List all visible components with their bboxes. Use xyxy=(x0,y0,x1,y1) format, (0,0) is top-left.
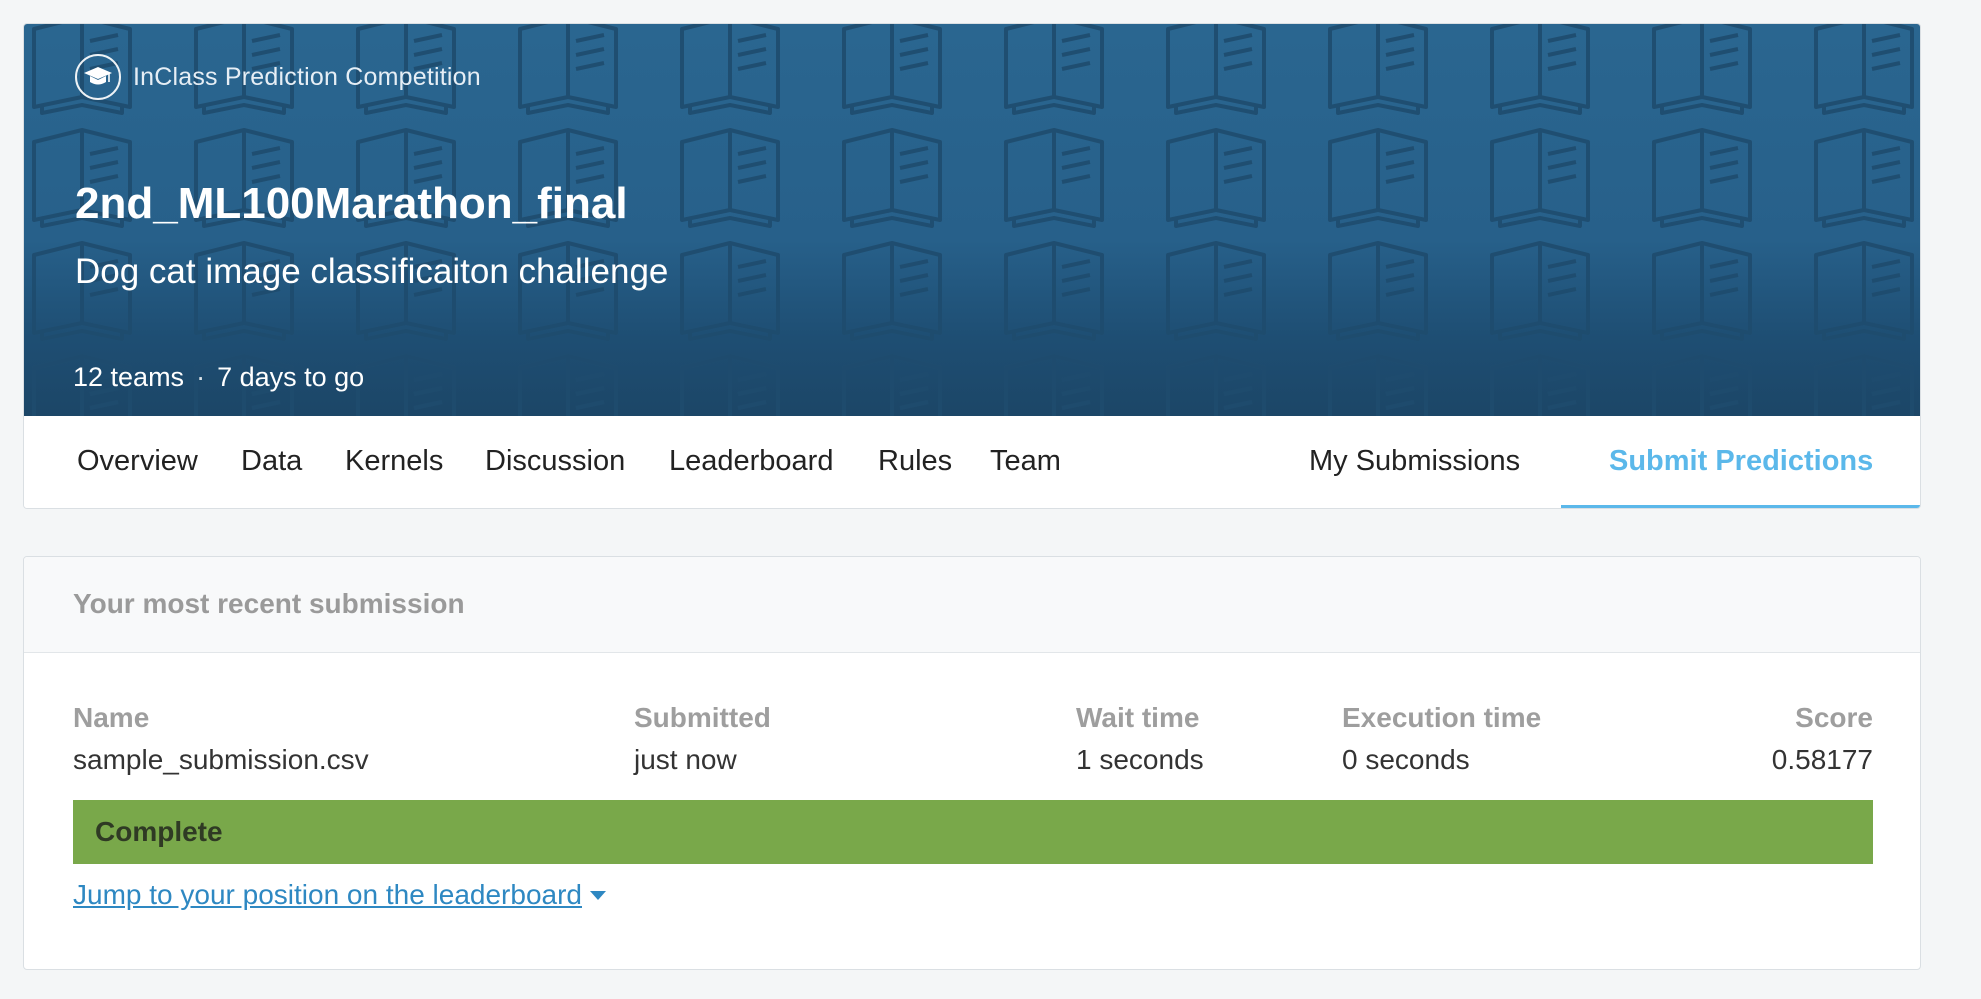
wait-time-column: Wait time 1 seconds xyxy=(1076,702,1204,776)
jump-to-leaderboard-link[interactable]: Jump to your position on the leaderboard xyxy=(73,879,606,911)
tab-team[interactable]: Team xyxy=(990,416,1061,508)
tab-kernels[interactable]: Kernels xyxy=(345,416,443,508)
recent-submission-heading: Your most recent submission xyxy=(24,557,1920,653)
recent-submission-card: Your most recent submission Name sample_… xyxy=(23,556,1921,970)
name-column: Name sample_submission.csv xyxy=(73,702,369,776)
deadline: 7 days to go xyxy=(217,362,365,392)
score-value: 0.58177 xyxy=(1771,744,1873,775)
execution-time-value: 0 seconds xyxy=(1342,744,1470,775)
tab-discussion[interactable]: Discussion xyxy=(485,416,625,508)
competition-subtitle: Dog cat image classificaiton challenge xyxy=(75,252,669,291)
score-label: Score xyxy=(1795,702,1873,733)
execution-time-column: Execution time 0 seconds xyxy=(1342,702,1541,776)
score-column: Score 0.58177 xyxy=(1772,702,1873,776)
submitted-column: Submitted just now xyxy=(634,702,771,776)
submitted-label: Submitted xyxy=(634,702,771,733)
wait-time-label: Wait time xyxy=(1076,702,1200,733)
competition-meta: 12 teams · 7 days to go xyxy=(73,362,364,393)
tab-leaderboard[interactable]: Leaderboard xyxy=(669,416,833,508)
competition-nav: Overview Data Kernels Discussion Leaderb… xyxy=(24,416,1920,508)
status-label: Complete xyxy=(95,816,223,847)
caret-down-icon xyxy=(590,890,606,900)
tab-submit-predictions[interactable]: Submit Predictions xyxy=(1609,416,1873,508)
competition-type-label: InClass Prediction Competition xyxy=(133,62,481,91)
submission-filename: sample_submission.csv xyxy=(73,744,369,775)
name-label: Name xyxy=(73,702,150,733)
tab-rules[interactable]: Rules xyxy=(878,416,952,508)
jump-link-label: Jump to your position on the leaderboard xyxy=(73,879,582,910)
teams-count: 12 teams xyxy=(73,362,185,392)
competition-banner: InClass Prediction Competition 2nd_ML100… xyxy=(24,24,1920,416)
graduation-cap-icon xyxy=(75,54,121,100)
competition-header: InClass Prediction Competition 2nd_ML100… xyxy=(23,23,1921,509)
tab-data[interactable]: Data xyxy=(241,416,302,508)
wait-time-value: 1 seconds xyxy=(1076,744,1204,775)
submitted-value: just now xyxy=(634,744,737,775)
active-tab-underline xyxy=(1561,505,1920,508)
tab-my-submissions[interactable]: My Submissions xyxy=(1309,416,1520,508)
competition-title: 2nd_ML100Marathon_final xyxy=(75,179,628,228)
tab-overview[interactable]: Overview xyxy=(77,416,198,508)
execution-time-label: Execution time xyxy=(1342,702,1542,733)
meta-separator: · xyxy=(196,362,206,392)
status-badge: Complete xyxy=(73,800,1873,864)
